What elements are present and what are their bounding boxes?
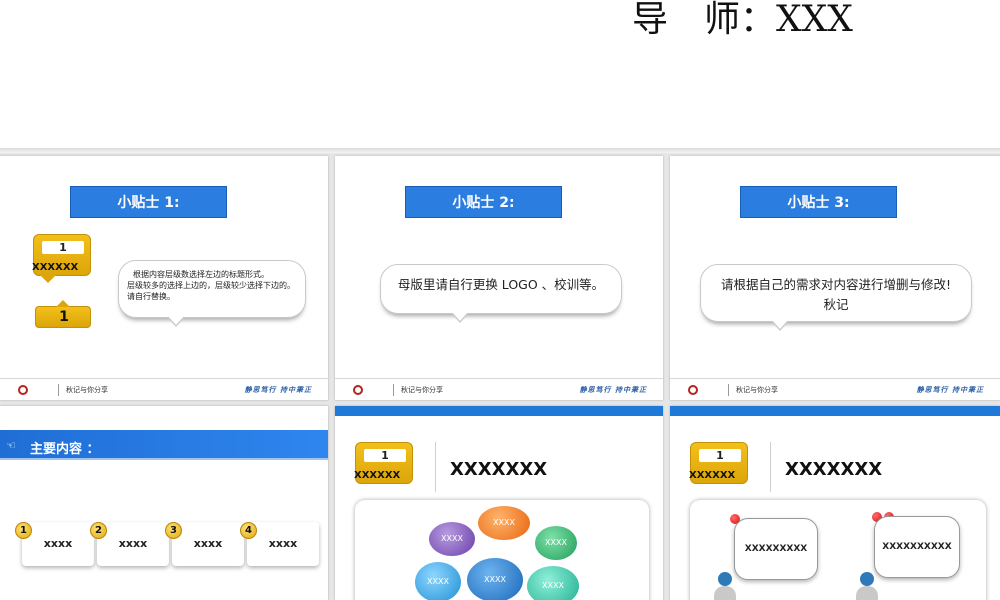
speech-cloud: 根据内容层级数选择左边的标题形式。 层级较多的选择上边的，层级较少选择下边的。 … bbox=[118, 260, 306, 327]
number-badge: 1 XXXXXX bbox=[689, 442, 748, 484]
tip-line: 母版里请自行更换 LOGO 、校训等。 bbox=[397, 277, 605, 292]
slide-main-content[interactable]: ☜ 主要内容 ： xxxx 1 xxxx 2 xxxx 3 xxxx 4 bbox=[0, 406, 328, 600]
badge-number: 1 bbox=[699, 449, 741, 462]
footer-motto: 静思笃行 持中秉正 bbox=[244, 386, 312, 394]
person-icon bbox=[856, 572, 878, 600]
small-number-badge: 1 bbox=[35, 300, 91, 328]
title-underline bbox=[0, 458, 328, 460]
speech-bubble: XXXXXXXXX bbox=[734, 518, 818, 580]
bubble: XXXX bbox=[527, 566, 579, 600]
slide-tip-3[interactable]: 小贴士 3: 请根据自己的需求对内容进行增删与修改! 秋记 秋记与你分享 静思笃… bbox=[670, 156, 1000, 400]
tip-line: 请根据自己的需求对内容进行增删与修改! bbox=[720, 277, 951, 292]
item-number: 1 bbox=[15, 522, 32, 539]
speech-bubble: XXXXXXXXXX bbox=[874, 516, 960, 578]
item-label: xxxx bbox=[193, 537, 223, 550]
tip-title: 小贴士 3: bbox=[740, 186, 897, 218]
school-logo-icon bbox=[353, 385, 363, 395]
item-label: xxxx bbox=[118, 537, 148, 550]
item-label: xxxx bbox=[268, 537, 298, 550]
list-item[interactable]: xxxx bbox=[247, 522, 319, 566]
number-badge: 1 XXXXXX bbox=[354, 442, 413, 484]
list-item[interactable]: xxxx bbox=[172, 522, 244, 566]
title-rest: 师：XXX bbox=[704, 0, 853, 40]
tip-title: 小贴士 2: bbox=[405, 186, 562, 218]
main-content-title: 主要内容 ： bbox=[30, 442, 100, 457]
section-heading: XXXXXXX bbox=[450, 459, 548, 480]
small-badge-number: 1 bbox=[59, 309, 69, 325]
heading-separator bbox=[770, 442, 771, 492]
item-number: 4 bbox=[240, 522, 257, 539]
badge-label: XXXXXX bbox=[32, 262, 79, 273]
slide-tip-1[interactable]: 小贴士 1: 1 XXXXXX 1 根据内容层级数选择左边的标题形式。 层级较多… bbox=[0, 156, 328, 400]
school-logo-icon bbox=[18, 385, 28, 395]
slide-tip-2[interactable]: 小贴士 2: 母版里请自行更换 LOGO 、校训等。 秋记与你分享 静思笃行 持… bbox=[335, 156, 663, 400]
slide-bubbles[interactable]: 1 XXXXXX XXXXXXX XXXX XXXX XXXX XXXX XXX… bbox=[335, 406, 663, 600]
footer-share: 秋记与你分享 bbox=[66, 386, 108, 394]
content-panel: XXXX XXXX XXXX XXXX XXXX XXXX bbox=[355, 500, 649, 600]
list-item[interactable]: xxxx bbox=[97, 522, 169, 566]
footer-share: 秋记与你分享 bbox=[401, 386, 443, 394]
title-char: 导 bbox=[632, 0, 669, 40]
tip-line: 层级较多的选择上边的，层级较少选择下边的。 bbox=[127, 281, 295, 290]
speech-cloud: 母版里请自行更换 LOGO 、校训等。 bbox=[380, 264, 622, 323]
footer-motto: 静思笃行 持中秉正 bbox=[916, 386, 984, 394]
bubble: XXXX bbox=[415, 562, 461, 600]
page-title: 导师：XXX bbox=[632, 0, 853, 40]
footer-motto: 静思笃行 持中秉正 bbox=[579, 386, 647, 394]
heading-separator bbox=[435, 442, 436, 492]
person-icon bbox=[714, 572, 736, 600]
slide-footer: 秋记与你分享 静思笃行 持中秉正 bbox=[0, 378, 328, 400]
badge-number: 1 bbox=[364, 449, 406, 462]
slide-footer: 秋记与你分享 静思笃行 持中秉正 bbox=[335, 378, 663, 400]
top-accent-bar bbox=[335, 406, 663, 416]
speech-text: XXXXXXXXX bbox=[744, 544, 808, 554]
content-panel: XXXXXXXXX XXXXXXXXXX bbox=[690, 500, 986, 600]
top-accent-bar bbox=[670, 406, 1000, 416]
badge-number: 1 bbox=[42, 241, 84, 254]
slide-footer: 秋记与你分享 静思笃行 持中秉正 bbox=[670, 378, 1000, 400]
tip-line: 请自行替换。 bbox=[127, 292, 175, 301]
footer-share: 秋记与你分享 bbox=[736, 386, 778, 394]
badge-label: XXXXXX bbox=[354, 470, 401, 481]
item-number: 3 bbox=[165, 522, 182, 539]
bubble: XXXX bbox=[467, 558, 523, 600]
speech-cloud: 请根据自己的需求对内容进行增删与修改! 秋记 bbox=[700, 264, 972, 331]
tip-title: 小贴士 1: bbox=[70, 186, 227, 218]
tip-line: 根据内容层级数选择左边的标题形式。 bbox=[133, 270, 269, 279]
item-label: xxxx bbox=[43, 537, 73, 550]
speech-text: XXXXXXXXXX bbox=[882, 542, 952, 552]
number-badge: 1 XXXXXX bbox=[32, 234, 91, 283]
badge-label: XXXXXX bbox=[689, 470, 736, 481]
school-logo-icon bbox=[688, 385, 698, 395]
bubble: XXXX bbox=[429, 522, 475, 556]
bubble: XXXX bbox=[535, 526, 577, 560]
section-heading: XXXXXXX bbox=[785, 459, 883, 480]
bubble: XXXX bbox=[478, 506, 530, 540]
slide-speech[interactable]: 1 XXXXXX XXXXXXX XXXXXXXXX XXXXXXXXXX bbox=[670, 406, 1000, 600]
tip-line: 秋记 bbox=[823, 297, 849, 312]
item-number: 2 bbox=[90, 522, 107, 539]
hand-pointer-icon: ☜ bbox=[6, 439, 16, 452]
list-item[interactable]: xxxx bbox=[22, 522, 94, 566]
